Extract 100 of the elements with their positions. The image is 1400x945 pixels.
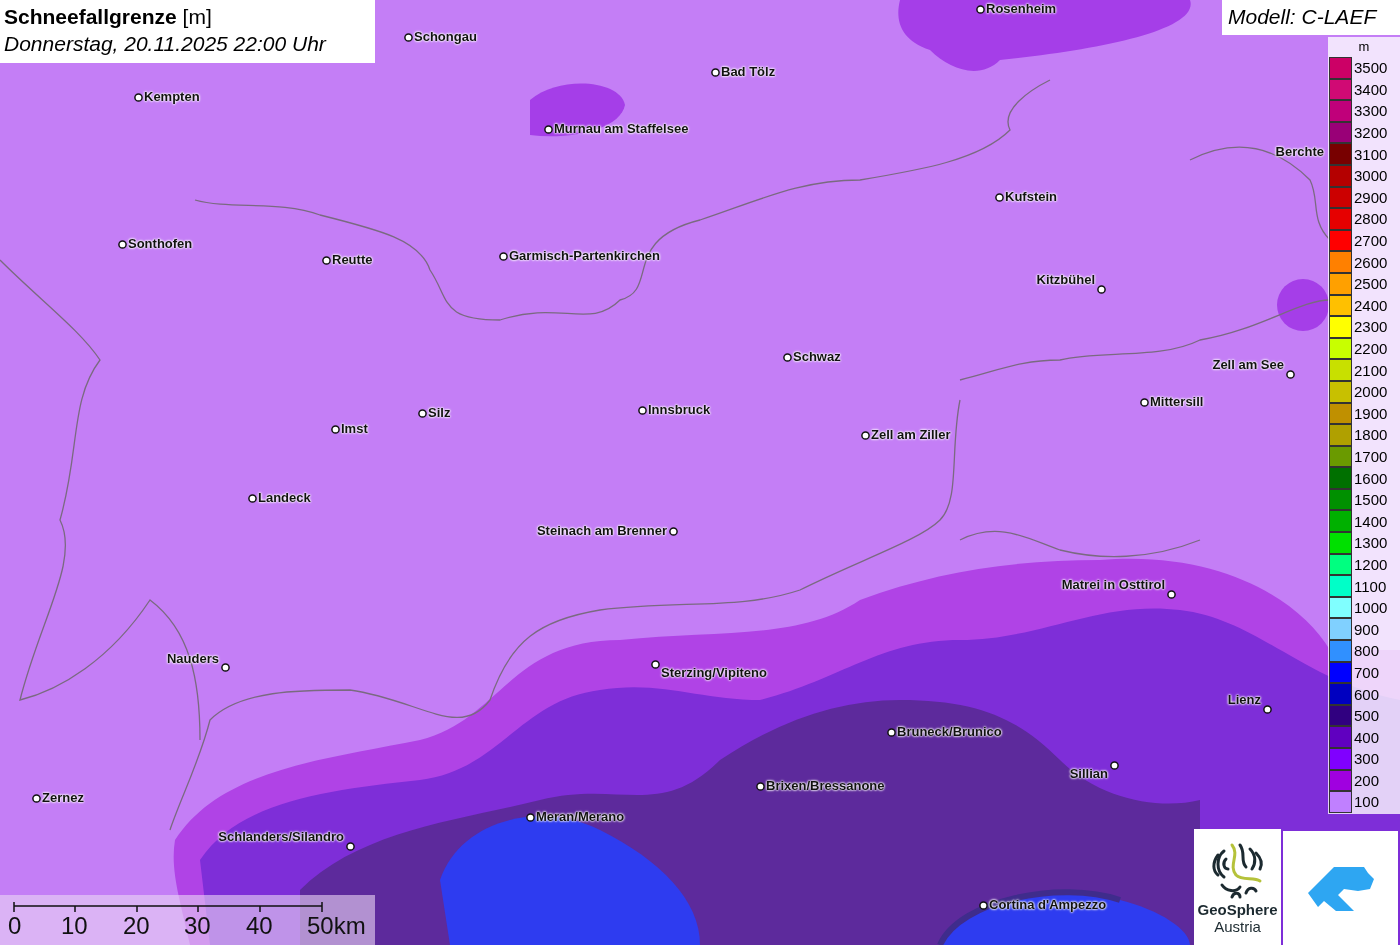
city-label: Lienz (1227, 692, 1261, 707)
city-marker-icon (321, 255, 331, 265)
city-marker-icon (403, 32, 413, 42)
forecast-datetime: Donnerstag, 20.11.2025 22:00 Uhr (4, 31, 328, 57)
scale-label: 40 (246, 912, 273, 940)
city-label: Zell am See (1212, 357, 1284, 372)
city-marker-icon (994, 192, 1004, 202)
city-label: Schongau (414, 29, 477, 44)
city-marker-icon (782, 352, 792, 362)
city-marker-icon (133, 92, 143, 102)
city-marker-icon (525, 812, 535, 822)
city-label: Mittersill (1150, 394, 1204, 409)
legend-label: 2600 (1354, 253, 1388, 271)
legend-label: 3000 (1354, 167, 1388, 185)
city-marker-icon (345, 841, 355, 851)
city-marker-icon (498, 251, 508, 261)
city-label: Imst (341, 421, 368, 436)
city-label: Reutte (332, 252, 373, 267)
city-label: Matrei in Osttirol (1061, 577, 1165, 592)
city-marker-icon (1285, 369, 1295, 379)
city-label: Steinach am Brenner (536, 523, 667, 538)
legend-label: 1300 (1354, 534, 1388, 552)
city-label: Zernez (42, 790, 84, 805)
city-marker-icon (1096, 284, 1106, 294)
legend-label: 500 (1354, 707, 1380, 725)
legend-label: 2900 (1354, 188, 1388, 206)
city-label: Schlanders/Silandro (218, 829, 344, 844)
city-label: Kempten (144, 89, 200, 104)
legend-label: 800 (1354, 642, 1380, 660)
city-label: Bruneck/Brunico (897, 724, 1002, 739)
city-label: Garmisch-Partenkirchen (509, 248, 660, 263)
city-label: Schwaz (793, 349, 841, 364)
city-label: Innsbruck (648, 402, 711, 417)
city-label: Kitzbühel (1036, 272, 1095, 287)
legend-label: 2500 (1354, 275, 1388, 293)
legend-label: 2100 (1354, 361, 1388, 379)
legend-label: 1800 (1354, 426, 1388, 444)
legend-label: 400 (1354, 728, 1380, 746)
legend-label: 1500 (1354, 491, 1388, 509)
city-label: Kufstein (1005, 189, 1057, 204)
legend-label: 1700 (1354, 448, 1388, 465)
legend-label: 3100 (1354, 145, 1388, 163)
mountain-cloud-icon (1307, 865, 1374, 911)
city-marker-icon (1262, 704, 1272, 714)
legend-label: 2000 (1354, 383, 1388, 401)
city-label: Brixen/Bressanone (766, 778, 885, 793)
legend-label: 1400 (1354, 512, 1388, 530)
city-label: Sterzing/Vipiteno (661, 665, 767, 680)
legend-label: 3400 (1354, 80, 1388, 98)
city-label: Meran/Merano (536, 809, 625, 824)
legend-label: 2400 (1354, 296, 1388, 314)
legend-label: 1100 (1354, 577, 1387, 595)
legend-label: 700 (1354, 663, 1380, 681)
map-title: Schneefallgrenze [m] (4, 4, 213, 30)
legend-label: 100 (1354, 793, 1380, 811)
city-label: Sonthofen (128, 236, 193, 251)
scale-label: 0 (8, 912, 22, 940)
city-label: Murnau am Staffelsee (554, 121, 689, 136)
city-label: Sillian (1069, 766, 1108, 781)
scale-label: 50km (307, 912, 366, 940)
city-marker-icon (330, 424, 340, 434)
city-label: Cortina d'Ampezzo (989, 897, 1107, 912)
legend-label: 1600 (1354, 469, 1388, 487)
legend-label: 1200 (1354, 555, 1388, 573)
city-marker-icon (668, 526, 678, 536)
legend-label: 600 (1354, 685, 1380, 703)
contour-lines-icon (1209, 841, 1266, 899)
city-label: Berchte (1275, 144, 1324, 159)
city-marker-icon (978, 900, 988, 910)
legend-label: 3500 (1354, 59, 1388, 77)
city-marker-icon (710, 67, 720, 77)
city-marker-icon (637, 405, 647, 415)
city-label: Nauders (166, 651, 219, 666)
legend-label: 3300 (1354, 102, 1388, 120)
city-marker-icon (1109, 760, 1119, 770)
city-marker-icon (220, 662, 230, 672)
scale-label: 20 (123, 912, 150, 940)
legend-label: 2800 (1354, 210, 1388, 228)
city-marker-icon (247, 493, 257, 503)
legend-label: 1000 (1354, 599, 1388, 617)
city-label: Silz (428, 405, 451, 420)
city-marker-icon (31, 793, 41, 803)
city-label: Landeck (258, 490, 311, 505)
city-marker-icon (417, 408, 427, 418)
scale-label: 30 (184, 912, 211, 940)
city-label: Zell am Ziller (871, 427, 951, 442)
city-marker-icon (886, 727, 896, 737)
logo-subtext: Austria (1214, 918, 1261, 935)
city-label: Rosenheim (986, 1, 1057, 16)
legend-label: 3200 (1354, 124, 1388, 142)
legend-label: 300 (1354, 750, 1380, 768)
city-marker-icon (543, 124, 553, 134)
city-label: Bad Tölz (721, 64, 776, 79)
legend-label: 900 (1354, 620, 1380, 638)
city-marker-icon (1166, 589, 1176, 599)
city-marker-icon (117, 239, 127, 249)
city-marker-icon (650, 659, 660, 669)
legend-label: 2200 (1354, 340, 1388, 357)
city-marker-icon (1139, 397, 1149, 407)
legend-label: 200 (1354, 771, 1380, 789)
